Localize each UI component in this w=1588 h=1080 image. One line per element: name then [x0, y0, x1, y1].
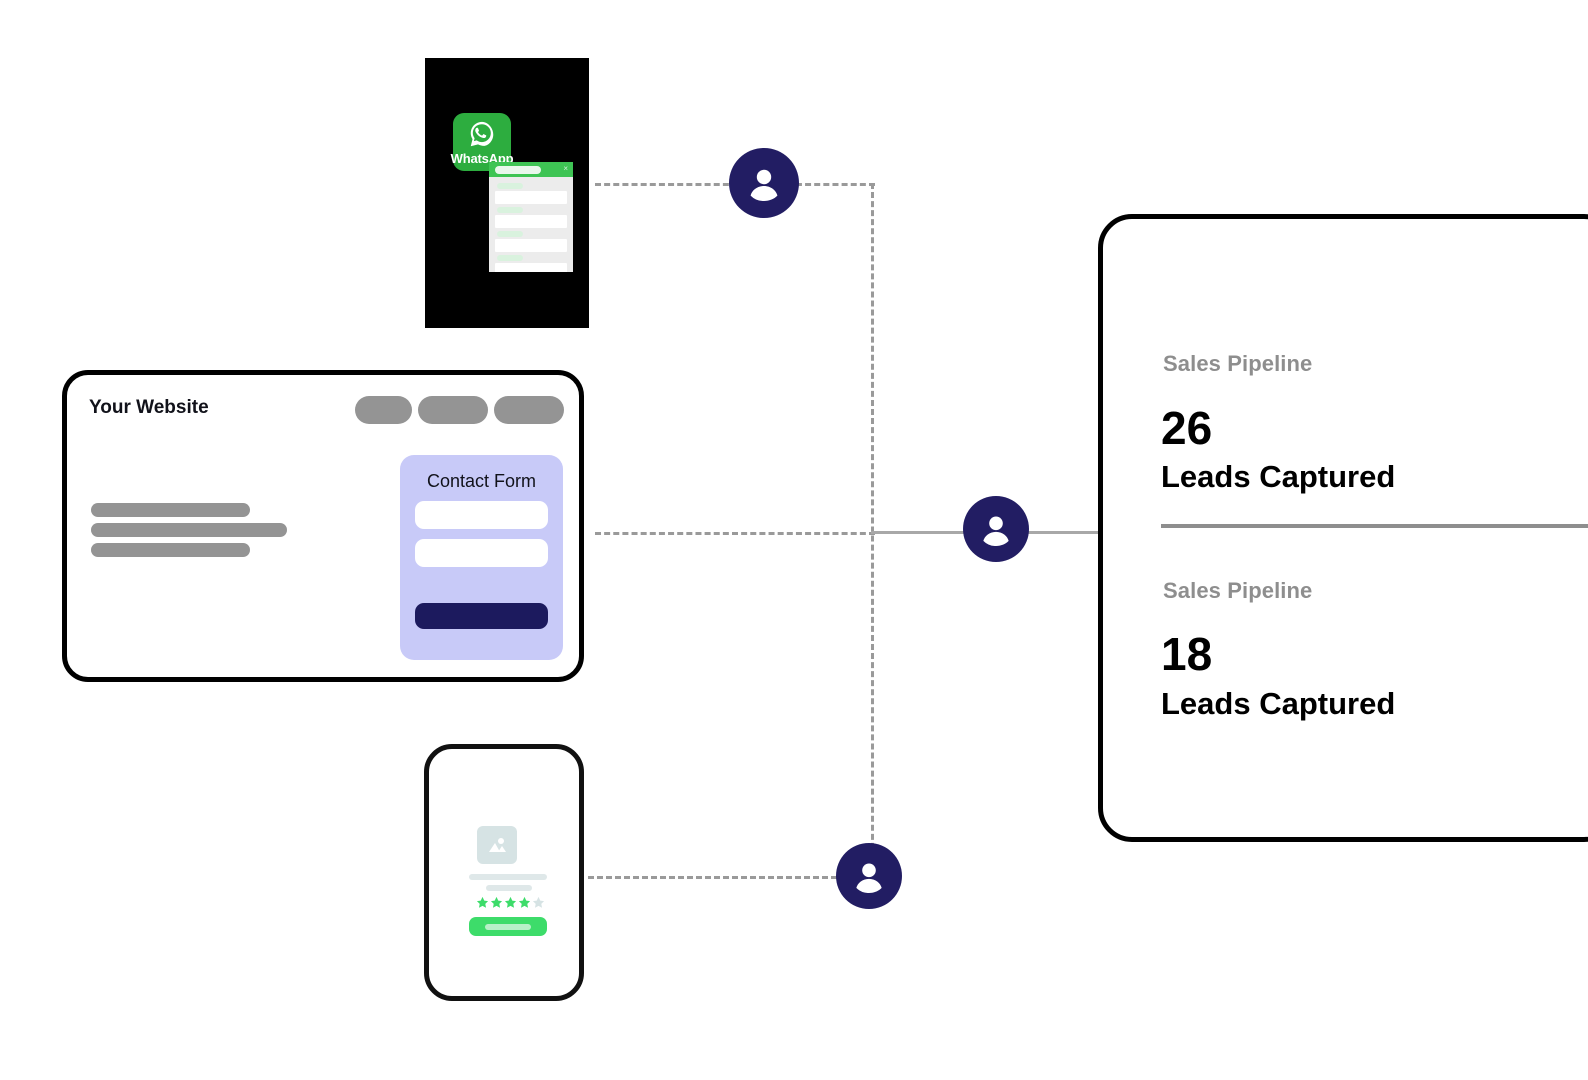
website-text-bar — [91, 503, 250, 517]
sales-pipeline-panel: Sales Pipeline 26 Leads Captured Sales P… — [1098, 214, 1588, 842]
star-filled-icon — [476, 896, 489, 908]
stats-divider — [1161, 524, 1588, 528]
review-text-bar — [469, 874, 547, 880]
website-nav-item-1[interactable] — [355, 396, 412, 424]
lead-avatar-whatsapp[interactable] — [729, 148, 799, 218]
stat-caption-2: Leads Captured — [1161, 686, 1396, 721]
website-nav-item-3[interactable] — [494, 396, 564, 424]
connector-vertical-trunk — [871, 183, 874, 876]
chat-input-field[interactable] — [495, 239, 567, 252]
contact-form-submit-button[interactable] — [415, 603, 548, 629]
picture-glyph-icon — [489, 838, 506, 852]
person-icon — [983, 516, 1009, 546]
mobile-review-mockup — [424, 744, 584, 1001]
contact-form-input-1[interactable] — [415, 501, 548, 529]
person-icon — [750, 169, 778, 201]
diagram-canvas: WhatsApp × Your Website Contact Form Sal… — [0, 0, 1588, 1080]
star-filled-icon — [504, 896, 517, 908]
whatsapp-mockup: WhatsApp × — [425, 58, 589, 328]
chat-input-field[interactable] — [495, 191, 567, 204]
whatsapp-chat-window: × — [489, 162, 573, 272]
stat-caption-1: Leads Captured — [1161, 459, 1396, 494]
website-title: Your Website — [89, 397, 209, 418]
image-placeholder-icon — [477, 826, 517, 864]
chat-window-header: × — [489, 162, 573, 177]
contact-form-title: Contact Form — [426, 471, 537, 491]
contact-form-input-2[interactable] — [415, 539, 548, 567]
chat-form-body — [489, 177, 573, 272]
chat-field-label — [497, 207, 523, 213]
person-icon — [856, 863, 882, 893]
website-mockup-card: Your Website Contact Form — [62, 370, 584, 682]
star-filled-icon — [490, 896, 503, 908]
website-text-bar — [91, 523, 287, 537]
website-nav-item-2[interactable] — [418, 396, 488, 424]
star-filled-icon — [518, 896, 531, 908]
chat-input-field[interactable] — [495, 215, 567, 228]
connector-website-horizontal — [595, 532, 875, 535]
website-text-bar — [91, 543, 250, 557]
contact-form-container: Contact Form — [400, 455, 563, 660]
review-text-bar — [486, 885, 532, 891]
chat-textarea-field[interactable] — [495, 263, 567, 272]
chat-field-label — [497, 183, 523, 189]
close-icon[interactable]: × — [563, 164, 568, 174]
review-cta-label-placeholder — [485, 923, 531, 930]
chat-field-label — [497, 255, 523, 261]
lead-avatar-website[interactable] — [963, 496, 1029, 562]
review-star-rating — [476, 896, 545, 909]
chat-title-placeholder — [495, 165, 541, 174]
stat-label-1: Sales Pipeline — [1163, 351, 1313, 376]
chat-field-label — [497, 231, 523, 237]
star-empty-icon — [532, 896, 545, 908]
review-cta-button[interactable] — [469, 917, 547, 936]
stat-label-2: Sales Pipeline — [1163, 578, 1313, 603]
stat-value-1: 26 — [1161, 402, 1213, 454]
stat-value-2: 18 — [1161, 628, 1213, 680]
connector-mobile-horizontal — [588, 876, 873, 879]
whatsapp-glyph-icon — [470, 121, 494, 147]
lead-avatar-mobile[interactable] — [836, 843, 902, 909]
